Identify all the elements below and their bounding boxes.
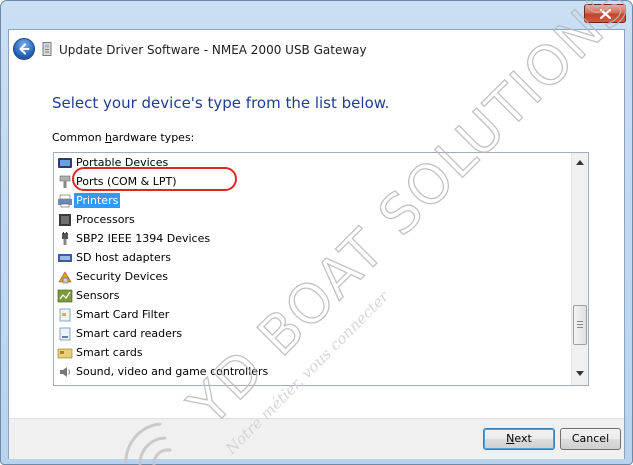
smart-card-reader-icon (59, 327, 71, 340)
device-manager-icon (42, 42, 52, 56)
list-item[interactable]: SD host adapters (57, 248, 171, 267)
port-plug-icon (59, 175, 71, 188)
cancel-button[interactable]: Cancel (560, 428, 621, 450)
smart-card-icon (59, 308, 71, 321)
list-item[interactable]: Sensors (57, 286, 119, 305)
list-item[interactable]: SBP2 IEEE 1394 Devices (57, 229, 210, 248)
portable-device-icon (58, 157, 72, 168)
security-device-icon (58, 270, 72, 283)
window-title: Update Driver Software - NMEA 2000 USB G… (59, 43, 367, 57)
list-label-mnemonic: h (105, 131, 113, 144)
list-item[interactable]: Security Devices (57, 267, 168, 286)
close-icon (600, 9, 611, 19)
list-item[interactable]: Smart card readers (57, 324, 182, 343)
speaker-icon (60, 366, 70, 377)
list-item-label: Sensors (76, 289, 120, 302)
list-item[interactable]: Printers (57, 191, 121, 210)
back-arrow-icon (19, 43, 30, 55)
scroll-up-arrow-icon[interactable] (576, 160, 584, 165)
smart-cards-icon (57, 348, 73, 358)
list-item[interactable]: Sound, video and game controllers (57, 362, 268, 381)
list-item-label: SD host adapters (76, 251, 171, 264)
highlight-annotation (72, 167, 237, 191)
sd-adapter-icon (58, 253, 72, 262)
list-item-label: Smart Card Filter (76, 308, 170, 321)
processor-icon (59, 213, 71, 226)
back-button[interactable] (13, 38, 35, 60)
list-item-label: SBP2 IEEE 1394 Devices (76, 232, 211, 245)
scrollbar-thumb[interactable] (573, 305, 587, 345)
list-item[interactable]: Smart Card Filter (57, 305, 169, 324)
wizard-footer: Next Cancel (9, 418, 624, 459)
scroll-down-arrow-icon[interactable] (576, 371, 584, 376)
dialog-client: Update Driver Software - NMEA 2000 USB G… (8, 29, 625, 459)
list-item-label: Processors (76, 213, 135, 226)
list-item-label: Security Devices (76, 270, 169, 283)
plug-icon (62, 231, 68, 245)
list-item[interactable]: Processors (57, 210, 135, 229)
close-button[interactable] (584, 4, 626, 23)
list-item-label: Smart cards (76, 346, 143, 359)
list-item-label: Sound, video and game controllers (76, 365, 269, 378)
list-item-label: Printers (74, 193, 121, 208)
page-heading: Select your device's type from the list … (52, 94, 390, 112)
list-label: Common hardware types: (52, 131, 195, 144)
dialog-window: Update Driver Software - NMEA 2000 USB G… (0, 0, 633, 465)
sensor-icon (57, 289, 73, 302)
vertical-scrollbar[interactable] (571, 153, 588, 385)
list-item-label: Smart card readers (76, 327, 183, 340)
printer-icon (58, 194, 72, 207)
list-item[interactable]: Smart cards (57, 343, 143, 362)
wizard-header: Update Driver Software - NMEA 2000 USB G… (9, 30, 624, 70)
next-button[interactable]: Next (483, 428, 555, 450)
